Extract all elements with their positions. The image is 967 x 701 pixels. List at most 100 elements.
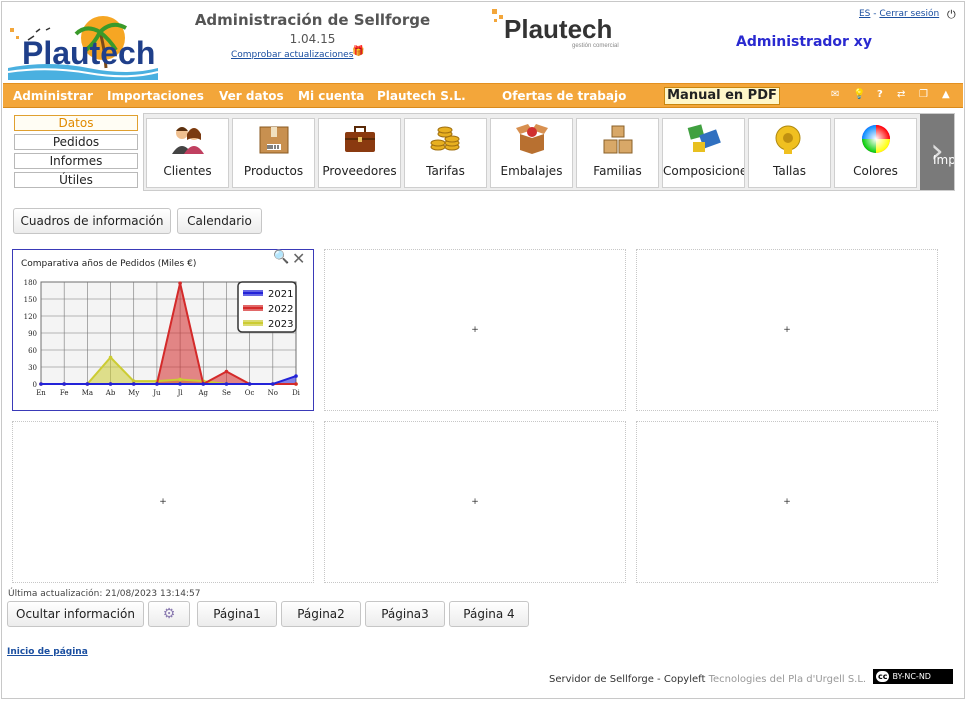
power-icon[interactable]: ⏻ bbox=[947, 8, 956, 22]
check-updates-link[interactable]: Comprobar actualizaciones bbox=[231, 50, 353, 60]
menu-mi-cuenta[interactable]: Mi cuenta bbox=[298, 89, 364, 103]
data-point-2021 bbox=[294, 374, 298, 378]
color-wheel-icon bbox=[835, 123, 916, 155]
data-point-2021 bbox=[271, 382, 275, 386]
data-point-2022 bbox=[294, 382, 298, 386]
tile-colores[interactable]: Colores bbox=[834, 118, 917, 188]
logout-link[interactable]: Cerrar sesión bbox=[879, 9, 939, 19]
footer-text: Servidor de Sellforge - Copyleft Tecnolo… bbox=[549, 674, 866, 685]
empty-panel[interactable]: + bbox=[636, 249, 938, 411]
module-toolbar: Clientes Productos Proveedores Tarifas E… bbox=[143, 113, 955, 191]
page-1-button[interactable]: Página1 bbox=[197, 601, 277, 627]
tab-datos[interactable]: Datos bbox=[14, 115, 138, 131]
x-tick-label: Jl bbox=[177, 389, 184, 397]
data-point-2021 bbox=[85, 382, 90, 386]
x-tick-label: Ab bbox=[105, 389, 116, 397]
tile-label: Composiciones bbox=[663, 164, 744, 178]
add-panel-icon[interactable]: + bbox=[159, 497, 167, 507]
y-tick-label: 60 bbox=[28, 347, 37, 355]
gift-icon[interactable]: 🎁 bbox=[352, 46, 364, 57]
menu-ofertas[interactable]: Ofertas de trabajo bbox=[502, 89, 626, 103]
tile-label: Tarifas bbox=[426, 164, 465, 178]
calendar-button[interactable]: Calendario bbox=[177, 208, 262, 234]
info-panels-button[interactable]: Cuadros de información bbox=[13, 208, 171, 234]
footer-company-link[interactable]: Tecnologies del Pla d'Urgell S.L. bbox=[709, 674, 867, 685]
tile-familias[interactable]: Familias bbox=[576, 118, 659, 188]
y-tick-label: 30 bbox=[28, 364, 37, 372]
y-tick-label: 120 bbox=[24, 313, 37, 321]
empty-panel[interactable]: + bbox=[324, 249, 626, 411]
tile-productos[interactable]: Productos bbox=[232, 118, 315, 188]
x-tick-label: Ma bbox=[82, 389, 93, 397]
y-tick-label: 0 bbox=[33, 381, 37, 389]
tile-label: Tallas bbox=[773, 164, 806, 178]
settings-gear-icon[interactable]: ⚙ bbox=[148, 601, 190, 627]
tile-label: Embalajes bbox=[500, 164, 563, 178]
tile-tarifas[interactable]: Tarifas bbox=[404, 118, 487, 188]
add-panel-icon[interactable]: + bbox=[471, 325, 479, 335]
collapse-up-icon[interactable]: ▲ bbox=[942, 89, 950, 100]
empty-panel[interactable]: + bbox=[12, 421, 314, 583]
plautech-logo[interactable]: Plautech bbox=[7, 10, 159, 80]
next-tile-label: Imp bbox=[933, 153, 954, 167]
magnifier-icon[interactable]: 🔍 bbox=[273, 250, 289, 265]
add-panel-icon[interactable]: + bbox=[783, 325, 791, 335]
page-2-button[interactable]: Página2 bbox=[281, 601, 361, 627]
top-of-page-link[interactable]: Inicio de página bbox=[7, 647, 88, 657]
plautech-center-logo: Plautech gestión comercial bbox=[490, 6, 630, 52]
tab-pedidos[interactable]: Pedidos bbox=[14, 134, 138, 150]
logo-text: Plautech bbox=[22, 35, 155, 71]
user-name: Administrador xy bbox=[736, 34, 872, 50]
cc-license-badge[interactable]: cc BY-NC-ND bbox=[873, 669, 953, 684]
language-link[interactable]: ES bbox=[859, 9, 870, 19]
tile-label: Productos bbox=[243, 164, 304, 178]
empty-panel[interactable]: + bbox=[324, 421, 626, 583]
tile-tallas[interactable]: Tallas bbox=[748, 118, 831, 188]
y-tick-label: 90 bbox=[28, 330, 37, 338]
window-icon[interactable]: ❐ bbox=[919, 89, 928, 100]
swap-icon[interactable]: ⇄ bbox=[897, 89, 905, 100]
menu-importaciones[interactable]: Importaciones bbox=[107, 89, 204, 103]
mail-icon[interactable]: ✉ bbox=[831, 89, 839, 100]
hide-info-button[interactable]: Ocultar información bbox=[7, 601, 144, 627]
tile-label: Proveedores bbox=[322, 164, 397, 178]
manual-pdf-button[interactable]: Manual en PDF bbox=[664, 87, 780, 105]
add-panel-icon[interactable]: + bbox=[783, 497, 791, 507]
x-tick-label: No bbox=[268, 389, 278, 397]
y-tick-label: 180 bbox=[24, 279, 37, 287]
composition-icon bbox=[663, 123, 744, 155]
tab-informes[interactable]: Informes bbox=[14, 153, 138, 169]
add-panel-icon[interactable]: + bbox=[471, 497, 479, 507]
chart-title: Comparativa años de Pedidos (Miles €) bbox=[21, 259, 197, 269]
tab-utiles[interactable]: Útiles bbox=[14, 172, 138, 188]
tile-clientes[interactable]: Clientes bbox=[146, 118, 229, 188]
briefcase-icon bbox=[319, 123, 400, 155]
tile-proveedores[interactable]: Proveedores bbox=[318, 118, 401, 188]
data-point-2021 bbox=[131, 382, 136, 386]
data-point-2021 bbox=[247, 382, 252, 386]
last-update: Última actualización: 21/08/2023 13:14:5… bbox=[8, 589, 201, 599]
app-version: 1.04.15 bbox=[289, 32, 336, 46]
y-tick-label: 150 bbox=[24, 296, 37, 304]
menu-ver-datos[interactable]: Ver datos bbox=[219, 89, 284, 103]
tile-composiciones[interactable]: Composiciones bbox=[662, 118, 745, 188]
bulb-icon[interactable]: 💡 bbox=[853, 89, 865, 100]
help-icon[interactable]: ? bbox=[877, 89, 883, 100]
page-3-button[interactable]: Página3 bbox=[365, 601, 445, 627]
top-links: ES - Cerrar sesión bbox=[859, 9, 940, 19]
empty-panel[interactable]: + bbox=[636, 421, 938, 583]
license-text: BY-NC-ND bbox=[892, 672, 931, 681]
next-tiles-button[interactable]: › Imp bbox=[920, 114, 954, 190]
center-logo-sub: gestión comercial bbox=[572, 43, 619, 49]
main-menu: Administrar Importaciones Ver datos Mi c… bbox=[3, 83, 963, 108]
center-logo-text: Plautech bbox=[504, 14, 612, 44]
close-icon[interactable]: ✕ bbox=[292, 249, 305, 268]
page-4-button[interactable]: Página 4 bbox=[449, 601, 529, 627]
tile-embalajes[interactable]: Embalajes bbox=[490, 118, 573, 188]
menu-company[interactable]: Plautech S.L. bbox=[377, 89, 466, 103]
footer-server: Servidor de Sellforge - Copyleft bbox=[549, 674, 709, 685]
data-point-2022 bbox=[224, 369, 229, 374]
legend-label: 2022 bbox=[268, 304, 293, 315]
x-tick-label: Se bbox=[222, 389, 231, 397]
menu-administrar[interactable]: Administrar bbox=[13, 89, 93, 103]
